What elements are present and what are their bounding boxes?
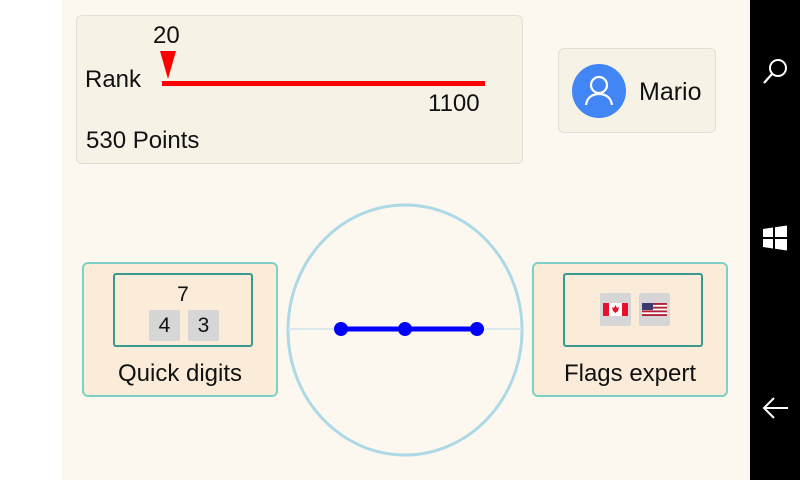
user-name[interactable]: Mario — [639, 78, 702, 107]
digit-option-left: 4 — [149, 310, 180, 341]
digit-option-right: 3 — [188, 310, 219, 341]
usa-flag-icon — [639, 293, 670, 326]
digit-target: 7 — [177, 283, 189, 306]
flags-expert-tile[interactable]: Flags expert — [532, 262, 728, 397]
points-label: 530 Points — [86, 127, 200, 154]
quick-digits-tile[interactable]: 7 4 3 Quick digits — [82, 262, 278, 397]
rank-label: Rank — [85, 66, 142, 93]
flags-expert-preview — [563, 273, 703, 347]
person-icon — [584, 75, 614, 106]
graph-node — [398, 322, 412, 336]
avatar[interactable] — [572, 64, 626, 118]
quick-digits-preview: 7 4 3 — [113, 273, 253, 347]
flags-expert-title: Flags expert — [563, 360, 697, 387]
back-arrow-icon[interactable] — [750, 383, 800, 433]
search-icon[interactable] — [750, 47, 800, 97]
rank-progress-bar — [162, 81, 485, 86]
quick-digits-title: Quick digits — [117, 360, 243, 387]
rank-max-value: 1100 — [428, 90, 480, 117]
windows-icon[interactable] — [750, 213, 800, 263]
system-nav-bar — [750, 0, 800, 480]
canada-flag-icon — [600, 293, 631, 326]
graph-node — [334, 322, 348, 336]
graph-node — [470, 322, 484, 336]
rank-current-value: 20 — [153, 22, 180, 49]
rank-marker-icon — [160, 51, 176, 79]
center-game-circle[interactable] — [285, 200, 525, 460]
